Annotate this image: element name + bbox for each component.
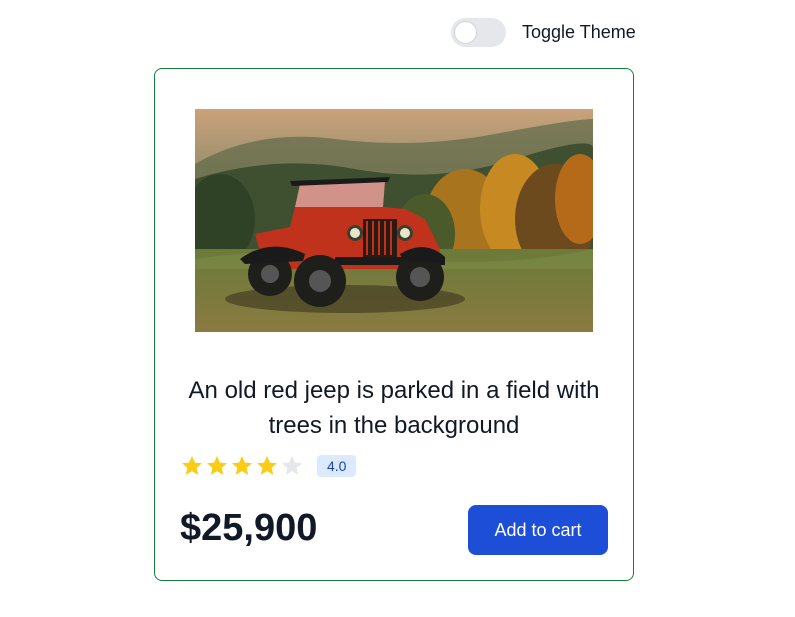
star-icon <box>207 456 227 475</box>
theme-toggle-row: Toggle Theme <box>451 18 636 47</box>
theme-toggle-switch[interactable] <box>451 18 506 47</box>
star-empty-icon <box>282 456 302 475</box>
theme-toggle-knob <box>454 21 477 44</box>
theme-toggle-label: Toggle Theme <box>522 22 636 42</box>
star-icon <box>257 456 277 475</box>
rating-row: 4.0 <box>180 454 357 478</box>
add-to-cart-button[interactable]: Add to cart <box>468 505 608 555</box>
product-title: An old red jeep is parked in a field wit… <box>188 377 600 439</box>
product-price: $25,900 <box>180 507 318 549</box>
rating-badge: 4.0 <box>317 455 357 477</box>
star-icon <box>232 456 252 475</box>
product-card: An old red jeep is parked in a field wit… <box>154 68 634 581</box>
product-image <box>195 109 593 332</box>
star-icon <box>182 456 202 475</box>
